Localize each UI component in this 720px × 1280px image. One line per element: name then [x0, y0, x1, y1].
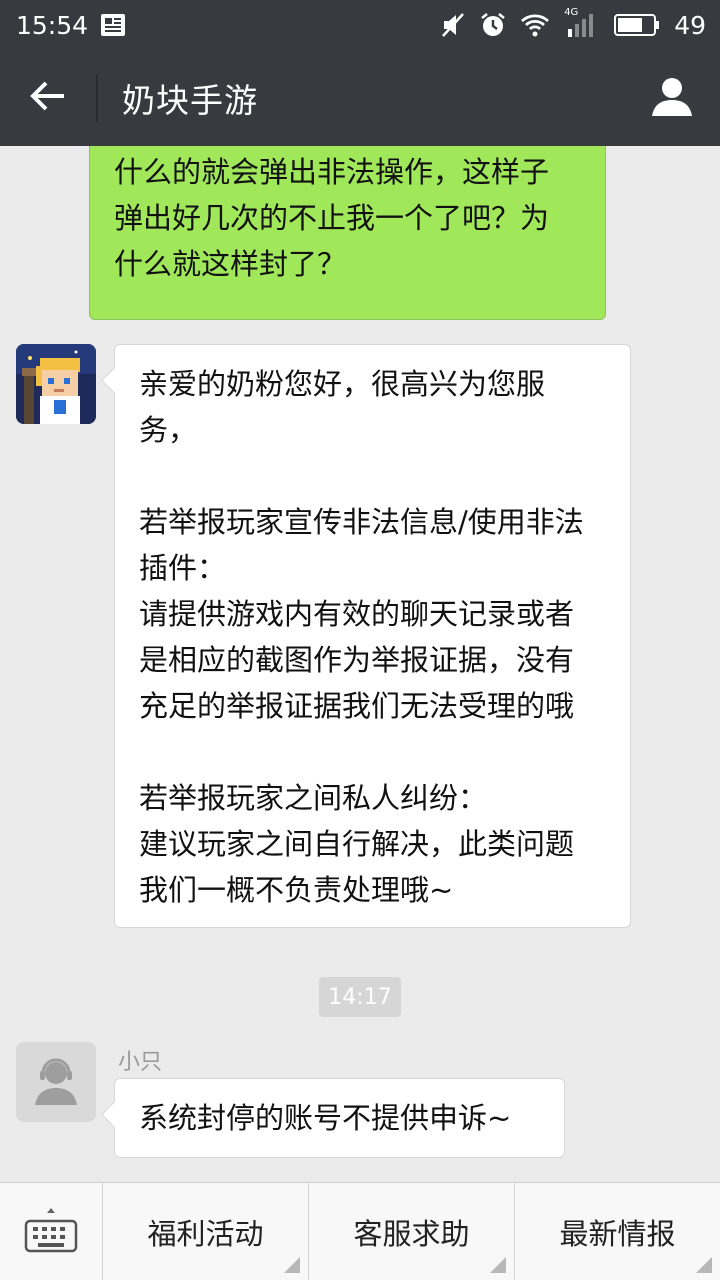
back-button[interactable] — [0, 50, 96, 146]
sender-name: 小只 — [118, 1050, 163, 1075]
profile-button[interactable] — [624, 50, 720, 146]
title-divider — [96, 74, 98, 122]
bottom-menu-bar: 福利活动 客服求助 最新情报 — [0, 1182, 720, 1280]
official-account-avatar[interactable] — [16, 344, 96, 424]
battery-level: 49 — [674, 10, 706, 40]
mute-icon — [440, 12, 466, 38]
alarm-icon — [480, 12, 506, 38]
message-timestamp: 14:17 — [319, 977, 401, 1017]
wifi-icon — [520, 13, 550, 37]
arrow-left-icon — [30, 80, 66, 116]
battery-icon — [614, 13, 660, 37]
incoming-message-bubble[interactable]: 亲爱的奶粉您好，很高兴为您服 务， 若举报玩家宣传非法信息/使用非法 插件： 请… — [114, 344, 631, 928]
game-character-icon — [16, 344, 96, 424]
customer-service-icon — [35, 1058, 77, 1105]
status-bar: 15:54 4G 49 — [0, 0, 720, 50]
submenu-indicator-icon — [696, 1257, 712, 1273]
submenu-indicator-icon — [490, 1257, 506, 1273]
agent-avatar[interactable] — [16, 1042, 96, 1122]
page-title: 奶块手游 — [122, 81, 258, 120]
menu-button-news[interactable]: 最新情报 — [515, 1183, 720, 1280]
menu-button-benefits[interactable]: 福利活动 — [103, 1183, 309, 1280]
keyboard-icon — [23, 1205, 79, 1259]
menu-label: 福利活动 — [147, 1217, 264, 1251]
menu-label: 最新情报 — [559, 1217, 676, 1251]
signal-4g-icon: 4G — [564, 7, 600, 39]
outgoing-message-bubble[interactable]: 卡一个win，在win卡的时候挖东西 什么的就会弹出非法操作，这样子 弹出好几次… — [89, 146, 606, 320]
status-time: 15:54 — [16, 10, 89, 40]
menu-button-support[interactable]: 客服求助 — [309, 1183, 515, 1280]
network-type-label: 4G — [564, 7, 579, 18]
notification-news-icon — [100, 12, 126, 38]
menu-label: 客服求助 — [353, 1217, 470, 1251]
keyboard-toggle-button[interactable] — [0, 1183, 103, 1280]
submenu-indicator-icon — [284, 1257, 300, 1273]
chat-area[interactable]: 卡一个win，在win卡的时候挖东西 什么的就会弹出非法操作，这样子 弹出好几次… — [0, 146, 720, 1182]
person-icon — [650, 76, 694, 120]
title-bar: 奶块手游 — [0, 50, 720, 146]
incoming-message-bubble[interactable]: 系统封停的账号不提供申诉~ — [114, 1078, 565, 1158]
